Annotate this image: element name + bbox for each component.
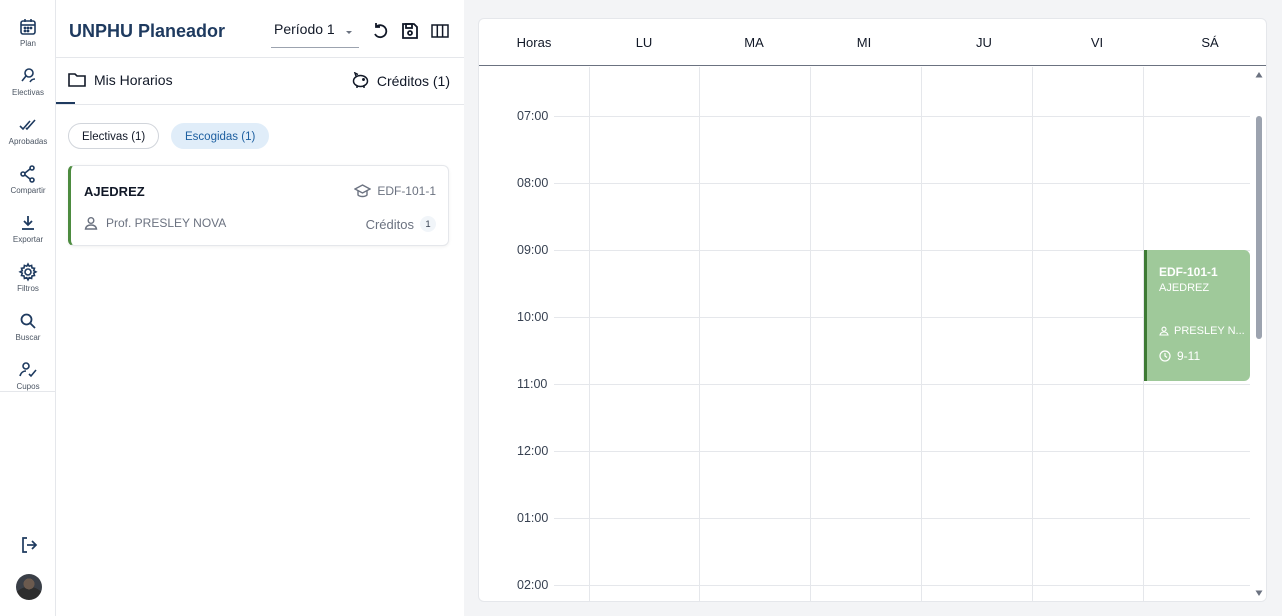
time-label: 09:00 <box>517 243 549 257</box>
undo-icon[interactable] <box>370 21 390 41</box>
hour-line <box>554 384 1253 385</box>
column-line <box>699 67 700 601</box>
caret-down-icon <box>346 31 352 34</box>
rail-item-filtros[interactable]: Filtros <box>0 262 56 308</box>
chip-electivas[interactable]: Electivas (1) <box>68 123 160 149</box>
time-label: 07:00 <box>517 109 549 123</box>
course-creditos: Créditos 1 <box>366 216 436 232</box>
gear-icon <box>18 262 38 282</box>
scrollbar-thumb[interactable] <box>1256 116 1262 339</box>
event-name: AJEDREZ <box>1159 282 1210 294</box>
day-header-ju: JU <box>976 35 992 50</box>
creditos-label: Créditos (1) <box>376 72 450 89</box>
course-card[interactable]: AJEDREZ EDF-101-1 Prof. PRESLEY NOVA Cré… <box>68 165 449 246</box>
rail-label: Electivas <box>11 88 44 97</box>
schedule-panel: UNPHU Planeador Período 1 Mis Horarios C… <box>56 0 464 616</box>
logout-icon[interactable] <box>18 534 40 556</box>
page-title: UNPHU Planeador <box>69 21 226 41</box>
event-prof-text: PRESLEY N... <box>1174 325 1245 337</box>
event-time: 9-11 <box>1159 349 1200 363</box>
save-icon[interactable] <box>400 21 420 41</box>
event-prof: PRESLEY N... <box>1159 325 1249 337</box>
chip-escogidas[interactable]: Escogidas (1) <box>171 123 270 149</box>
download-icon <box>22 216 34 230</box>
day-header-sa: SÁ <box>1201 35 1219 50</box>
left-rail: Plan Electivas Aprobadas Compartir Expor… <box>0 0 56 616</box>
rail-label: Exportar <box>12 235 44 244</box>
tabs-divider <box>56 104 464 105</box>
rail-item-cupos[interactable]: Cupos <box>0 360 56 406</box>
rail-label: Plan <box>19 39 36 48</box>
course-name: AJEDREZ <box>84 184 145 199</box>
hour-line <box>554 518 1253 519</box>
hour-line <box>554 585 1253 586</box>
course-creditos-badge: 1 <box>420 216 436 232</box>
event-code: EDF-101-1 <box>1159 265 1218 279</box>
calendar-header: Horas LU MA MI JU VI SÁ <box>479 19 1266 66</box>
person-search-icon <box>21 68 36 83</box>
creditos-summary: Créditos (1) <box>351 72 450 89</box>
person-icon <box>1159 326 1169 336</box>
course-prof-text: Prof. PRESLEY NOVA <box>106 216 227 230</box>
rail-item-electivas[interactable]: Electivas <box>0 66 56 112</box>
day-header-mi: MI <box>856 35 872 50</box>
double-check-icon <box>19 119 36 131</box>
column-line <box>810 67 811 601</box>
person-icon <box>84 217 98 230</box>
tab-mis-horarios[interactable]: Mis Horarios <box>68 72 173 88</box>
column-line <box>1032 67 1033 601</box>
folder-icon <box>68 73 86 87</box>
time-label: 02:00 <box>517 578 549 592</box>
rail-label: Cupos <box>16 382 40 391</box>
rail-item-aprobadas[interactable]: Aprobadas <box>0 115 56 161</box>
piggy-bank-icon <box>352 72 369 88</box>
rail-item-plan[interactable]: Plan <box>0 17 56 63</box>
periodo-value: Período 1 <box>274 21 335 37</box>
column-line <box>921 67 922 601</box>
rail-label: Buscar <box>15 333 41 342</box>
event-time-text: 9-11 <box>1177 349 1201 363</box>
rail-label: Aprobadas <box>8 137 48 146</box>
time-label: 01:00 <box>517 511 549 525</box>
rail-label: Compartir <box>10 186 46 195</box>
scroll-down-arrow-icon[interactable] <box>1255 589 1263 597</box>
rail-item-buscar[interactable]: Buscar <box>0 311 56 357</box>
avatar[interactable] <box>16 574 42 600</box>
time-label: 12:00 <box>517 444 549 458</box>
search-icon <box>20 313 36 329</box>
weekly-calendar: Horas LU MA MI JU VI SÁ 07:00 08:00 09:0… <box>478 18 1267 602</box>
time-label: 08:00 <box>517 176 549 190</box>
hour-line <box>554 183 1253 184</box>
course-code-text: EDF-101-1 <box>377 184 436 198</box>
calendar-icon <box>20 19 36 35</box>
calendar-event[interactable]: EDF-101-1 AJEDREZ PRESLEY N... 9-11 <box>1144 250 1250 381</box>
time-label: 10:00 <box>517 310 549 324</box>
day-header-lu: LU <box>635 35 653 50</box>
time-label: 11:00 <box>517 377 548 391</box>
share-icon <box>20 165 35 183</box>
person-check-icon <box>19 362 37 378</box>
rail-item-compartir[interactable]: Compartir <box>0 164 56 210</box>
rail-divider <box>0 391 56 392</box>
hour-line <box>554 451 1253 452</box>
day-header-vi: VI <box>1090 35 1104 50</box>
scroll-up-arrow-icon[interactable] <box>1255 71 1263 79</box>
graduation-cap-icon <box>354 184 372 198</box>
day-header-ma: MA <box>744 35 764 50</box>
columns-icon[interactable] <box>430 21 450 41</box>
horas-header: Horas <box>516 35 552 50</box>
clock-icon <box>1159 350 1171 362</box>
column-line <box>589 67 590 601</box>
hour-line <box>554 116 1253 117</box>
course-code: EDF-101-1 <box>354 184 436 198</box>
course-prof: Prof. PRESLEY NOVA <box>84 216 226 230</box>
rail-label: Filtros <box>17 284 39 293</box>
periodo-select[interactable]: Período 1 <box>271 18 359 48</box>
rail-item-exportar[interactable]: Exportar <box>0 213 56 259</box>
tab-label: Mis Horarios <box>94 72 173 88</box>
course-creditos-label: Créditos <box>365 216 414 232</box>
header-divider <box>56 57 464 58</box>
